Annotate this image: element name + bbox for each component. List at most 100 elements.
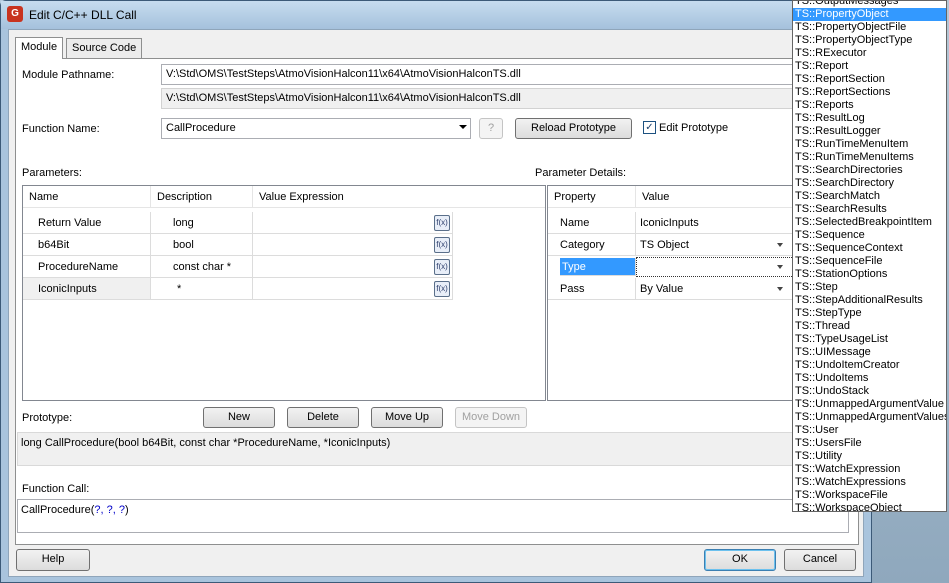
dropdown-option[interactable]: TS::Sequence: [793, 229, 946, 242]
dropdown-option[interactable]: TS::SelectedBreakpointItem: [793, 216, 946, 229]
function-call-label: Function Call:: [22, 483, 90, 495]
tab-source-code[interactable]: Source Code: [66, 38, 143, 58]
detail-value[interactable]: By Value: [636, 278, 796, 300]
dropdown-option[interactable]: TS::PropertyObjectType: [793, 34, 946, 47]
module-tab-panel: Module Pathname: V:\Std\OMS\TestSteps\At…: [15, 58, 881, 545]
param-name: b64Bit: [23, 234, 151, 256]
dropdown-option[interactable]: TS::SequenceContext: [793, 242, 946, 255]
function-call-close: ): [124, 504, 129, 516]
function-help-button[interactable]: ?: [479, 118, 503, 139]
chevron-down-icon[interactable]: [777, 243, 783, 247]
param-description: const char *: [151, 256, 253, 278]
param-name: Return Value: [23, 212, 151, 234]
parameter-details-label: Parameter Details:: [535, 167, 627, 179]
expression-browse-icon[interactable]: f(x): [434, 215, 450, 231]
param-name: IconicInputs: [23, 278, 151, 300]
dropdown-option[interactable]: TS::UnmappedArgumentValue: [793, 398, 946, 411]
dropdown-option[interactable]: TS::UndoItemCreator: [793, 359, 946, 372]
detail-value-type[interactable]: [636, 257, 794, 277]
dropdown-option[interactable]: TS::RExecutor: [793, 47, 946, 60]
param-name: ProcedureName: [23, 256, 151, 278]
dropdown-option[interactable]: TS::Step: [793, 281, 946, 294]
edit-prototype-checkbox[interactable]: ✓: [643, 121, 656, 134]
dropdown-option[interactable]: TS::WorkspaceFile: [793, 489, 946, 502]
dropdown-option[interactable]: TS::StepAdditionalResults: [793, 294, 946, 307]
dropdown-option[interactable]: TS::ReportSection: [793, 73, 946, 86]
function-name-value: CallProcedure: [166, 122, 236, 134]
dropdown-option[interactable]: TS::UnmappedArgumentValues: [793, 411, 946, 424]
column-header-property[interactable]: Property: [548, 186, 636, 208]
dropdown-option[interactable]: TS::OutputMessages: [793, 1, 946, 8]
parameters-grid-header: Name Description Value Expression: [23, 186, 545, 208]
dropdown-option[interactable]: TS::SearchResults: [793, 203, 946, 216]
dropdown-option[interactable]: TS::TypeUsageList: [793, 333, 946, 346]
dropdown-option[interactable]: TS::UndoItems: [793, 372, 946, 385]
dropdown-option[interactable]: TS::Utility: [793, 450, 946, 463]
chevron-down-icon[interactable]: [777, 287, 783, 291]
tab-module[interactable]: Module: [15, 37, 64, 59]
dialog-window: G Edit C/C++ DLL Call Module Source Code…: [0, 0, 881, 583]
dropdown-option[interactable]: TS::RunTimeMenuItem: [793, 138, 946, 151]
function-call-text[interactable]: CallProcedure(?, ?, ?): [17, 499, 849, 533]
param-value-expression[interactable]: [253, 256, 453, 278]
detail-value[interactable]: IconicInputs: [636, 212, 796, 234]
move-up-button[interactable]: Move Up: [371, 407, 443, 428]
chevron-down-icon[interactable]: [459, 125, 467, 129]
move-down-button[interactable]: Move Down: [455, 407, 527, 428]
dropdown-option[interactable]: TS::WatchExpression: [793, 463, 946, 476]
ok-button[interactable]: OK: [704, 549, 776, 571]
function-call-args: ?, ?, ?: [94, 504, 125, 516]
dropdown-option[interactable]: TS::UndoStack: [793, 385, 946, 398]
dropdown-option[interactable]: TS::StepType: [793, 307, 946, 320]
dropdown-option[interactable]: TS::ReportSections: [793, 86, 946, 99]
dropdown-option[interactable]: TS::PropertyObjectFile: [793, 21, 946, 34]
dropdown-option[interactable]: TS::PropertyObject: [793, 8, 946, 21]
param-value-expression[interactable]: [253, 212, 453, 234]
function-call-name: CallProcedure(: [21, 504, 95, 516]
dropdown-option[interactable]: TS::Reports: [793, 99, 946, 112]
expression-browse-icon[interactable]: f(x): [434, 281, 450, 297]
column-header-value-expression[interactable]: Value Expression: [253, 186, 545, 208]
dropdown-option[interactable]: TS::RunTimeMenuItems: [793, 151, 946, 164]
help-button[interactable]: Help: [16, 549, 90, 571]
chevron-down-icon[interactable]: [777, 265, 783, 269]
module-pathname-label: Module Pathname:: [22, 69, 115, 81]
prototype-label: Prototype:: [22, 412, 73, 424]
module-pathname-resolved: V:\Std\OMS\TestSteps\AtmoVisionHalcon11\…: [161, 88, 881, 109]
dropdown-option[interactable]: TS::SequenceFile: [793, 255, 946, 268]
dropdown-option[interactable]: TS::StationOptions: [793, 268, 946, 281]
title-bar[interactable]: G Edit C/C++ DLL Call: [1, 1, 871, 29]
dropdown-option[interactable]: TS::WorkspaceObject: [793, 502, 946, 511]
column-header-description[interactable]: Description: [151, 186, 253, 208]
prototype-text: long CallProcedure(bool b64Bit, const ch…: [17, 432, 857, 466]
param-value-expression[interactable]: [253, 234, 453, 256]
expression-browse-icon[interactable]: f(x): [434, 237, 450, 253]
dropdown-option[interactable]: TS::UIMessage: [793, 346, 946, 359]
dropdown-option[interactable]: TS::UsersFile: [793, 437, 946, 450]
new-parameter-button[interactable]: New: [203, 407, 275, 428]
teststand-app-icon: G: [7, 6, 23, 22]
function-name-label: Function Name:: [22, 123, 100, 135]
dropdown-option[interactable]: TS::SearchMatch: [793, 190, 946, 203]
dropdown-option[interactable]: TS::SearchDirectory: [793, 177, 946, 190]
param-value-expression[interactable]: [253, 278, 453, 300]
reload-prototype-button[interactable]: Reload Prototype: [515, 118, 632, 139]
dropdown-option[interactable]: TS::ResultLog: [793, 112, 946, 125]
dropdown-option[interactable]: TS::Report: [793, 60, 946, 73]
cancel-button[interactable]: Cancel: [784, 549, 856, 571]
dropdown-option[interactable]: TS::Thread: [793, 320, 946, 333]
detail-property: Name: [548, 212, 636, 234]
function-name-combo[interactable]: CallProcedure: [161, 118, 471, 139]
dropdown-option[interactable]: TS::WatchExpressions: [793, 476, 946, 489]
module-pathname-input[interactable]: V:\Std\OMS\TestSteps\AtmoVisionHalcon11\…: [161, 64, 881, 85]
param-description: bool: [151, 234, 253, 256]
column-header-name[interactable]: Name: [23, 186, 151, 208]
dropdown-option[interactable]: TS::SearchDirectories: [793, 164, 946, 177]
detail-value[interactable]: TS Object: [636, 234, 796, 256]
type-dropdown-list[interactable]: TS::OutputMessages TS::PropertyObject TS::…: [792, 0, 947, 512]
dropdown-option[interactable]: TS::User: [793, 424, 946, 437]
delete-parameter-button[interactable]: Delete: [287, 407, 359, 428]
expression-browse-icon[interactable]: f(x): [434, 259, 450, 275]
dropdown-option[interactable]: TS::ResultLogger: [793, 125, 946, 138]
detail-property: Category: [548, 234, 636, 256]
